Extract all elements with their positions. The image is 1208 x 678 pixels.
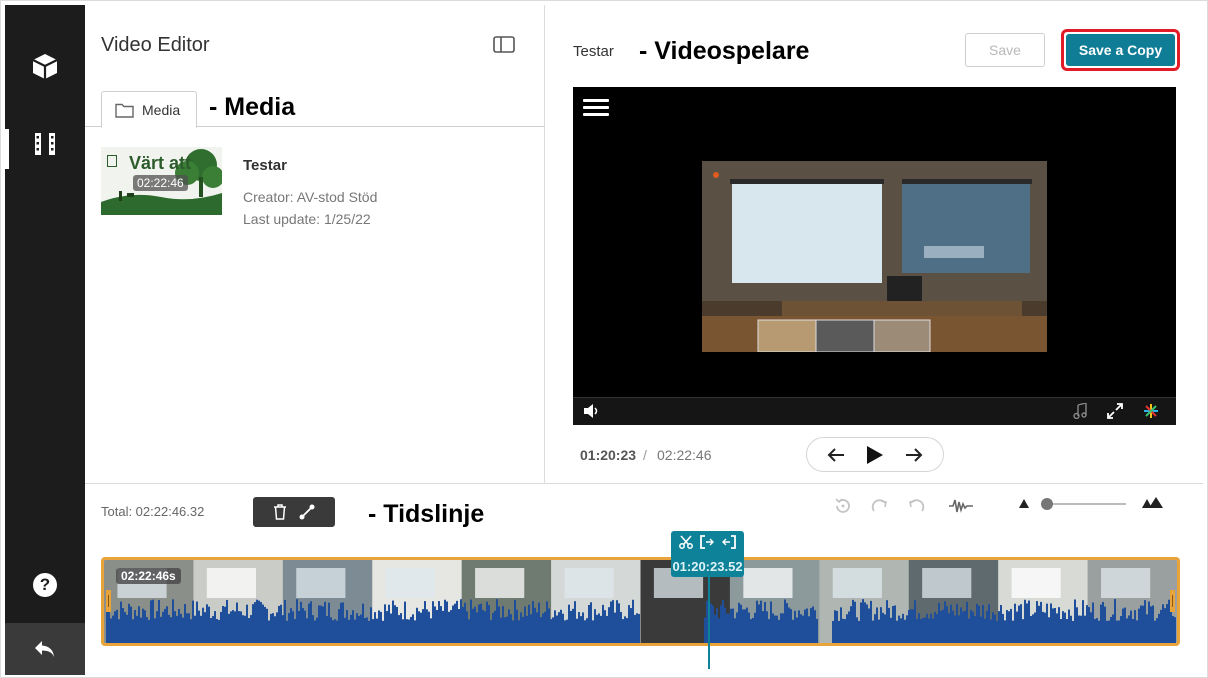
left-rail: ? (5, 5, 85, 675)
zoom-slider-knob[interactable] (1041, 498, 1053, 510)
save-copy-button[interactable]: Save a Copy (1066, 34, 1175, 66)
zoom-in-icon[interactable] (1141, 496, 1164, 510)
rail-item-editor[interactable] (5, 119, 85, 169)
redo-icon[interactable] (870, 495, 890, 517)
timeline-end-handle[interactable] (1170, 590, 1175, 612)
media-creator: Creator: AV-stod Stöd (243, 189, 378, 205)
annotation-timeline: - Tidslinje (368, 500, 485, 528)
clip-duration: 02:22:46s (116, 568, 181, 584)
next-frame-icon[interactable] (905, 447, 923, 462)
video-control-bar (573, 397, 1176, 425)
volume-icon[interactable] (583, 403, 601, 419)
media-name: Testar (243, 157, 287, 174)
media-panel: Video Editor Media - Media Värt att 02:2… (85, 5, 545, 483)
trim-handle-icon[interactable] (299, 504, 315, 520)
timeline-start-handle[interactable] (106, 590, 111, 612)
folder-icon (115, 103, 134, 118)
current-time: 01:20:23 (580, 447, 637, 463)
reset-icon[interactable] (833, 495, 853, 517)
total-time: 02:22:46 (657, 447, 712, 463)
thumbnail-text: Värt att (129, 153, 192, 173)
thumbnail-duration: 02:22:46 (133, 175, 188, 191)
timeline-track[interactable]: 02:22:46s (101, 557, 1180, 646)
menu-icon[interactable] (583, 99, 609, 119)
save-button[interactable]: Save (965, 33, 1045, 67)
media-item[interactable]: Värt att 02:22:46 Testar Creator: AV-sto… (101, 147, 531, 227)
player-logo-icon[interactable] (1143, 403, 1159, 419)
playhead-time: 01:20:23.52 (672, 559, 743, 574)
tab-media[interactable]: Media (101, 91, 197, 128)
set-out-point-icon[interactable] (722, 535, 737, 549)
save-copy-highlight: Save a Copy (1061, 29, 1180, 71)
time-separator: / (643, 447, 647, 463)
zoom-out-icon[interactable] (1018, 498, 1030, 509)
play-icon[interactable] (866, 445, 884, 465)
music-note-icon[interactable] (1073, 403, 1087, 419)
panel-title: Video Editor (101, 34, 210, 56)
zoom-slider-track[interactable] (1042, 503, 1126, 505)
video-frame (702, 161, 1047, 352)
transport-controls (806, 437, 944, 472)
rail-back-button[interactable] (5, 623, 85, 675)
player-panel: Testar - Videospelare Save Save a Copy 0… (546, 5, 1203, 483)
scissors-icon[interactable] (678, 535, 693, 549)
playhead-marker[interactable]: 01:20:23.52 (671, 531, 744, 577)
undo-icon[interactable] (906, 495, 926, 517)
timeline-thumbnails (104, 560, 1177, 643)
video-player[interactable] (573, 87, 1176, 425)
set-in-point-icon[interactable] (700, 535, 715, 549)
previous-frame-icon[interactable] (827, 447, 845, 462)
rail-item-help[interactable]: ? (5, 560, 85, 610)
fullscreen-icon[interactable] (1107, 403, 1123, 419)
help-icon: ? (33, 573, 57, 597)
playhead-tools (671, 535, 744, 549)
rail-item-media-library[interactable] (5, 41, 85, 91)
film-strip-icon (35, 133, 55, 155)
video-name: Testar (573, 43, 614, 60)
tab-media-label: Media (142, 101, 181, 118)
thumbnail-logo (107, 155, 117, 167)
annotation-player: - Videospelare (639, 37, 810, 65)
trash-icon[interactable] (273, 504, 287, 520)
clip-tools (253, 497, 335, 527)
playhead-line[interactable] (708, 577, 710, 669)
annotation-media: - Media (209, 93, 296, 121)
package-icon (32, 54, 58, 79)
waveform-icon[interactable] (948, 495, 974, 517)
media-last-update: Last update: 1/25/22 (243, 211, 371, 227)
panel-layout-toggle-icon[interactable] (493, 36, 515, 53)
section-divider (85, 483, 1203, 484)
back-arrow-icon (35, 641, 54, 657)
media-thumbnail: Värt att 02:22:46 (101, 147, 222, 215)
timeline-total: Total: 02:22:46.32 (101, 504, 205, 519)
